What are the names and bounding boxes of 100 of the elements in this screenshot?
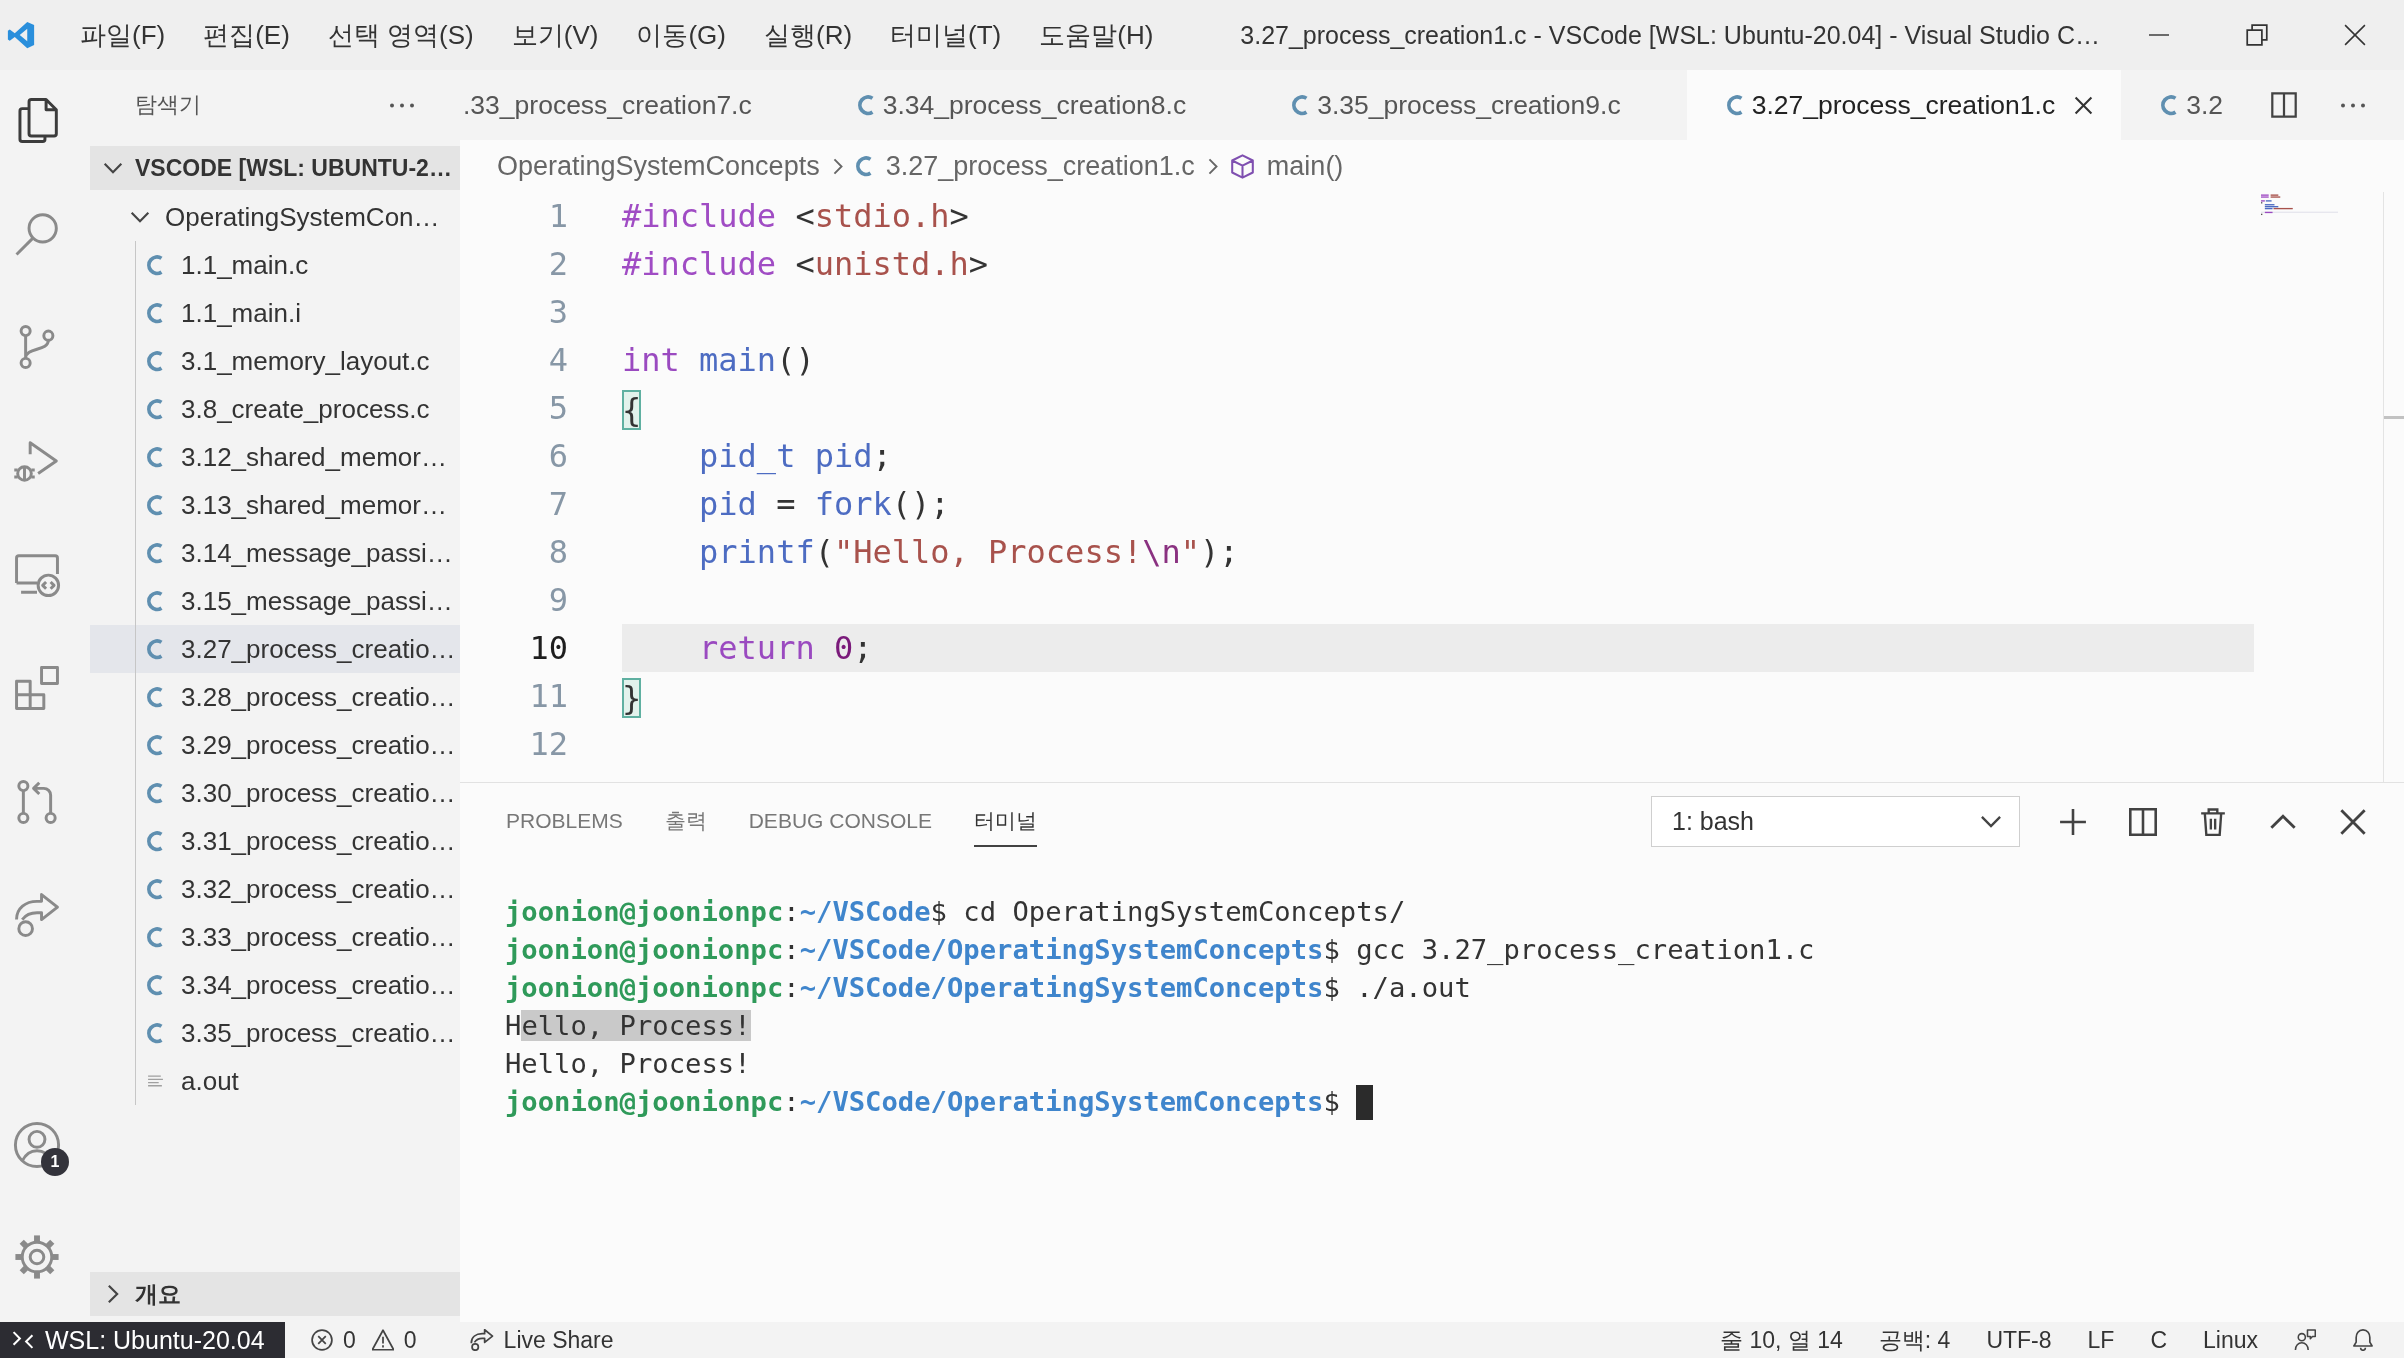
panel-tab[interactable]: PROBLEMS bbox=[506, 796, 623, 847]
warning-icon[interactable] bbox=[371, 1329, 394, 1351]
menu-item[interactable]: 이동(G) bbox=[636, 17, 726, 53]
c-file-icon bbox=[147, 254, 164, 276]
status-item[interactable]: 줄 10, 열 14 bbox=[1720, 1324, 1843, 1356]
close-icon[interactable] bbox=[2339, 807, 2367, 836]
app-logo-icon bbox=[6, 20, 36, 50]
file-item[interactable]: 3.34_process_creatio… bbox=[90, 961, 460, 1009]
minimize-icon[interactable] bbox=[2147, 34, 2171, 36]
share-arrow-icon[interactable] bbox=[468, 1329, 494, 1351]
file-item[interactable]: 3.32_process_creatio… bbox=[90, 865, 460, 913]
c-file-icon bbox=[1726, 94, 1744, 116]
line-number: 4 bbox=[548, 341, 568, 379]
menu-item[interactable]: 터미널(T) bbox=[890, 17, 1002, 53]
live-share-button[interactable]: Live Share bbox=[503, 1326, 614, 1354]
file-item[interactable]: 3.8_create_process.c bbox=[90, 385, 460, 433]
status-item[interactable]: UTF-8 bbox=[1986, 1326, 2052, 1354]
c-file-icon bbox=[147, 638, 164, 660]
line-number: 8 bbox=[548, 533, 568, 571]
line-number: 6 bbox=[548, 437, 568, 475]
file-item[interactable]: 3.35_process_creatio… bbox=[90, 1009, 460, 1057]
file-item[interactable]: 3.29_process_creatio… bbox=[90, 721, 460, 769]
menu-item[interactable]: 실행(R) bbox=[764, 17, 853, 53]
c-file-icon bbox=[147, 1022, 164, 1044]
terminal-line: joonion@joonionpc:~/VSCode/OperatingSystemConcepts$ gcc 3.27_process_creation1.c bbox=[505, 933, 1815, 967]
folder-item[interactable]: OperatingSystemCon… bbox=[90, 193, 460, 241]
file-item[interactable]: 3.33_process_creatio… bbox=[90, 913, 460, 961]
editor-tab[interactable]: 3.2 bbox=[2121, 70, 2255, 140]
editor-tab[interactable]: 3.27_process_creation1.c bbox=[1686, 70, 2122, 140]
file-item[interactable]: 3.14_message_passi… bbox=[90, 529, 460, 577]
menu-item[interactable]: 편집(E) bbox=[203, 17, 290, 53]
remote-icon bbox=[12, 1329, 34, 1351]
split-editor-icon[interactable] bbox=[2271, 92, 2297, 118]
close-icon[interactable] bbox=[2073, 95, 2093, 115]
file-item[interactable]: 3.27_process_creatio… bbox=[90, 625, 460, 673]
c-file-icon bbox=[2161, 94, 2179, 116]
terminal-line: joonion@joonionpc:~/VSCode/OperatingSystemConcepts$ bbox=[505, 1085, 1340, 1119]
menu-item[interactable]: 보기(V) bbox=[511, 17, 599, 53]
status-item[interactable]: 공백: 4 bbox=[1878, 1324, 1951, 1356]
minimap-drawing[interactable] bbox=[2261, 194, 2338, 218]
menu-item[interactable]: 도움말(H) bbox=[1039, 17, 1154, 53]
file-item[interactable]: 1.1_main.i bbox=[90, 289, 460, 337]
status-item[interactable]: C bbox=[2150, 1326, 2167, 1354]
line-number: 9 bbox=[548, 581, 568, 619]
file-item[interactable]: 3.12_shared_memor… bbox=[90, 433, 460, 481]
file-item[interactable]: 3.13_shared_memor… bbox=[90, 481, 460, 529]
c-file-icon bbox=[147, 350, 164, 372]
editor-tab[interactable]: .33_process_creation7.c bbox=[460, 70, 818, 140]
c-file-icon bbox=[147, 302, 164, 324]
status-item[interactable]: Linux bbox=[2203, 1326, 2258, 1354]
plus-icon[interactable] bbox=[2059, 807, 2087, 836]
code-line: pid_t pid; bbox=[698, 436, 892, 477]
sidebar-title: 탐색기 bbox=[135, 91, 201, 119]
breadcrumb-item[interactable]: 3.27_process_creation1.c bbox=[885, 150, 1195, 182]
split-icon[interactable] bbox=[2129, 807, 2157, 836]
c-file-icon bbox=[147, 542, 164, 564]
panel-tab[interactable]: 출력 bbox=[664, 796, 707, 847]
panel-tab[interactable]: 터미널 bbox=[973, 796, 1037, 847]
editor-tab[interactable]: 3.35_process_creation9.c bbox=[1252, 70, 1687, 140]
file-item[interactable]: 3.15_message_passi… bbox=[90, 577, 460, 625]
c-file-icon bbox=[147, 974, 164, 996]
error-count[interactable]: 0 bbox=[343, 1326, 356, 1354]
breadcrumb-item[interactable]: OperatingSystemConcepts bbox=[497, 150, 820, 182]
blocks-icon[interactable] bbox=[12, 663, 62, 712]
remote-indicator[interactable]: WSL: Ubuntu-20.04 bbox=[0, 1322, 285, 1358]
file-item[interactable]: 3.30_process_creatio… bbox=[90, 769, 460, 817]
more-icon[interactable] bbox=[2340, 102, 2366, 108]
code-line: return 0; bbox=[698, 628, 873, 669]
terminal-line: joonion@joonionpc:~/VSCode/OperatingSystemConcepts$ ./a.out bbox=[505, 971, 1471, 1005]
file-item[interactable]: a.out bbox=[90, 1057, 460, 1105]
menu-item[interactable]: 파일(F) bbox=[80, 17, 166, 53]
cube-icon bbox=[1230, 153, 1254, 179]
error-icon[interactable] bbox=[311, 1329, 333, 1351]
editor-tab[interactable]: 3.34_process_creation8.c bbox=[817, 70, 1253, 140]
section-header[interactable]: VSCODE [WSL: UBUNTU-2… bbox=[90, 146, 460, 190]
settings-icon[interactable] bbox=[12, 1233, 62, 1281]
terminal-dropdown[interactable]: 1: bash bbox=[1651, 796, 2020, 847]
panel-tab[interactable]: DEBUG CONSOLE bbox=[748, 796, 932, 847]
breadcrumb-item[interactable]: main() bbox=[1266, 150, 1344, 182]
trash-icon[interactable] bbox=[2199, 807, 2227, 836]
section-header[interactable]: 개요 bbox=[90, 1272, 460, 1316]
warning-count[interactable]: 0 bbox=[403, 1326, 417, 1354]
terminal-line: Hello, Process! bbox=[505, 1047, 751, 1081]
line-number: 2 bbox=[548, 245, 568, 283]
file-item[interactable]: 3.1_memory_layout.c bbox=[90, 337, 460, 385]
bell-icon[interactable] bbox=[2352, 1329, 2374, 1351]
feedback-icon[interactable] bbox=[2294, 1329, 2316, 1351]
c-file-icon bbox=[147, 686, 164, 708]
c-file-icon bbox=[147, 590, 164, 612]
file-item[interactable]: 3.31_process_creatio… bbox=[90, 817, 460, 865]
menu-item[interactable]: 선택 영역(S) bbox=[327, 17, 474, 53]
c-file-icon bbox=[855, 155, 873, 177]
c-file-icon bbox=[147, 734, 164, 756]
c-file-icon bbox=[147, 782, 164, 804]
status-item[interactable]: LF bbox=[2087, 1326, 2115, 1354]
close-icon[interactable] bbox=[2344, 24, 2366, 46]
restore-icon[interactable] bbox=[2246, 24, 2268, 46]
file-item[interactable]: 3.28_process_creatio… bbox=[90, 673, 460, 721]
more-icon[interactable] bbox=[389, 102, 415, 108]
file-item[interactable]: 1.1_main.c bbox=[90, 241, 460, 289]
